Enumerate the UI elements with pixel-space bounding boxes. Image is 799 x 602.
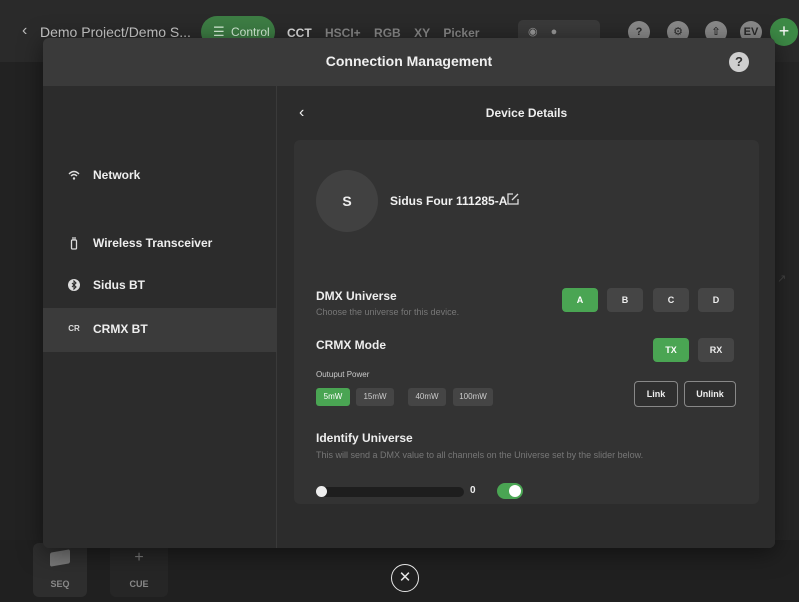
seq-tab[interactable]: SEQ [33,543,87,597]
sidebar-item-sidus-bt[interactable]: Sidus BT [43,264,277,308]
device-name: Sidus Four 111285-A [390,194,508,208]
crmx-mode-title: CRMX Mode [316,338,386,352]
sidebar-item-label: Network [93,168,141,182]
sidebar-item-crmx-bt[interactable]: CR CRMX BT [43,308,277,352]
slider-value: 0 [470,485,476,496]
identify-toggle[interactable] [497,483,523,499]
universe-b-button[interactable]: B [607,288,643,312]
sidebar-item-label: CRMX BT [93,322,148,336]
left-background-panel [0,62,44,542]
toggle-knob [509,485,521,497]
dmx-universe-desc: Choose the universe for this device. [316,307,460,317]
mode-tx-button[interactable]: TX [653,338,689,362]
crmx-icon: CR [68,324,80,333]
cue-tab[interactable]: + CUE [110,543,168,597]
bluetooth-status-icon: ● [550,26,558,38]
link-button[interactable]: Link [634,381,678,407]
dmx-universe-title: DMX Universe [316,289,397,303]
power-100mw-button[interactable]: 100mW [453,388,493,406]
connection-management-modal: Connection Management ? Network Wireless… [43,38,775,548]
panel-title: Device Details [485,106,568,120]
sidebar-item-label: Sidus BT [93,278,146,292]
sidebar-item-label: Wireless Transceiver [93,236,213,250]
identify-universe-desc: This will send a DMX value to all channe… [316,450,644,460]
modal-header: Connection Management ? [43,38,775,86]
power-40mw-button[interactable]: 40mW [408,388,446,406]
wifi-icon [67,168,81,182]
connection-sidebar: Network Wireless Transceiver Sidus BT CR… [43,86,277,548]
edit-icon[interactable] [505,191,521,207]
identify-universe-title: Identify Universe [316,431,413,445]
back-chevron-icon[interactable]: ‹ [22,22,27,40]
power-5mw-button[interactable]: 5mW [316,388,350,406]
universe-a-button[interactable]: A [562,288,598,312]
universe-slider-track[interactable] [320,487,464,497]
device-avatar: S [316,170,378,232]
expand-icon: ↗ [777,273,787,285]
power-15mw-button[interactable]: 15mW [356,388,394,406]
close-modal-icon[interactable]: ✕ [391,564,419,592]
plus-icon: + [134,549,144,566]
help-icon[interactable]: ? [729,52,749,72]
universe-d-button[interactable]: D [698,288,734,312]
wifi-status-icon: ◉ [528,26,538,38]
transceiver-icon [67,236,81,250]
device-card: S Sidus Four 111285-A DMX Universe Choos… [294,140,759,504]
unlink-button[interactable]: Unlink [684,381,736,407]
sidebar-item-wireless-transceiver[interactable]: Wireless Transceiver [43,222,277,266]
bluetooth-icon [67,278,81,292]
mode-rx-button[interactable]: RX [698,338,734,362]
output-power-label: Outuput Power [316,370,370,379]
layers-icon [50,549,70,567]
universe-c-button[interactable]: C [653,288,689,312]
sidebar-item-network[interactable]: Network [43,154,277,198]
device-details-panel: ‹ Device Details S Sidus Four 111285-A D… [278,86,775,548]
modal-title: Connection Management [325,53,493,69]
universe-slider-handle[interactable] [316,486,327,497]
